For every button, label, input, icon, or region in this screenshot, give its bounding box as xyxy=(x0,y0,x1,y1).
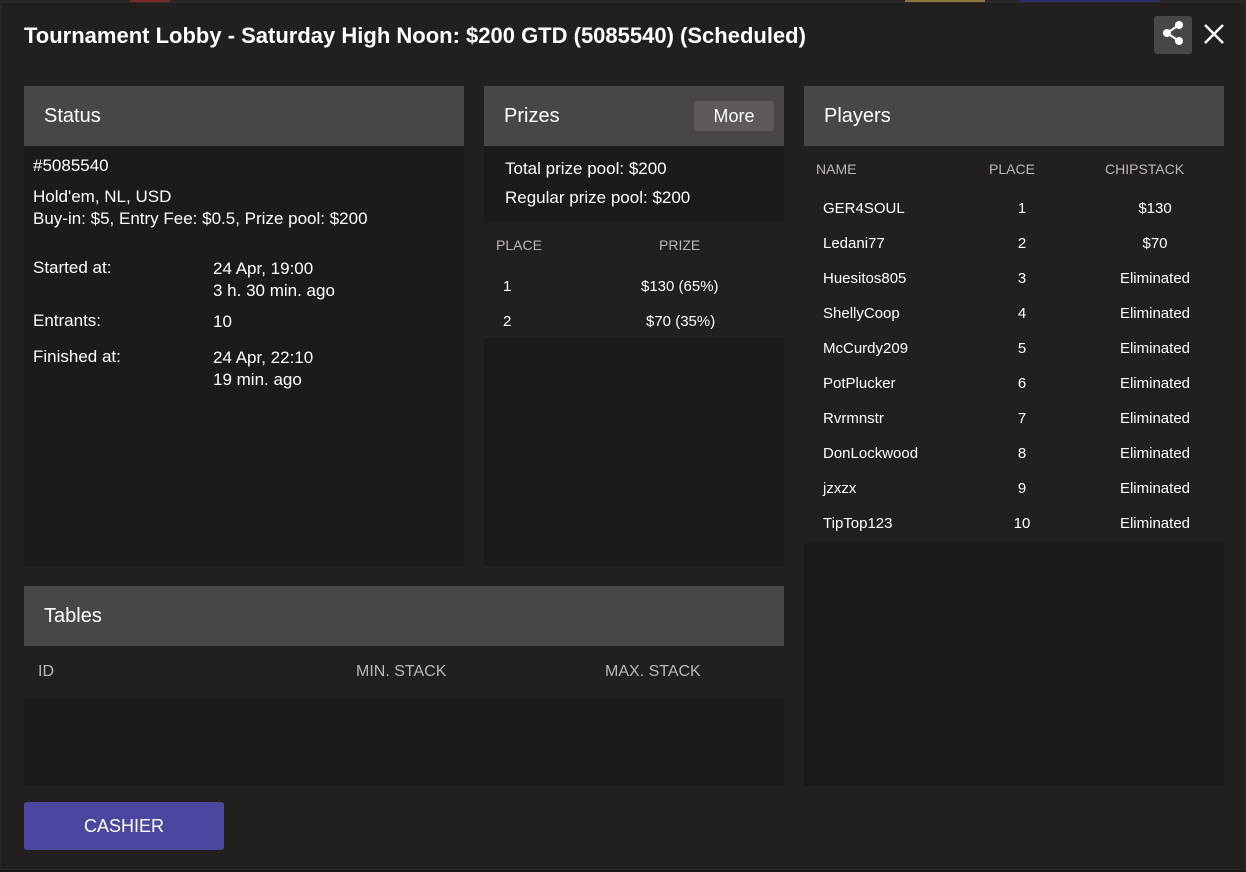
tables-header-row: ID MIN. STACK MAX. STACK xyxy=(24,646,784,697)
prize-row-place: 2 xyxy=(503,313,512,330)
entrants-label: Entrants: xyxy=(33,311,102,330)
player-place: 2 xyxy=(1017,235,1027,252)
player-row[interactable]: GER4SOUL 1 $130 xyxy=(804,200,1224,224)
player-chipstack: Eliminated xyxy=(1119,340,1191,357)
players-col-chipstack: CHIPSTACK xyxy=(1105,161,1185,177)
player-place: 9 xyxy=(1017,480,1027,497)
player-chipstack: Eliminated xyxy=(1119,480,1191,497)
tables-panel: Tables ID MIN. STACK MAX. STACK xyxy=(24,586,784,786)
tables-heading: Tables xyxy=(24,586,784,646)
players-col-name: NAME xyxy=(816,161,857,177)
regular-prize-pool: Regular prize pool: $200 xyxy=(505,188,690,208)
player-place: 1 xyxy=(1017,200,1027,217)
player-name: Ledani77 xyxy=(823,235,885,252)
player-chipstack: Eliminated xyxy=(1119,410,1191,427)
tournament-id: #5085540 xyxy=(33,156,109,175)
status-heading: Status xyxy=(24,86,464,146)
started-time: 24 Apr, 19:00 xyxy=(213,259,314,278)
player-row[interactable]: Huesitos805 3 Eliminated xyxy=(804,270,1224,294)
player-row[interactable]: PotPlucker 6 Eliminated xyxy=(804,375,1224,399)
more-button[interactable]: More xyxy=(694,101,774,131)
tables-col-max-stack: MAX. STACK xyxy=(605,663,701,680)
prize-col-place: PLACE xyxy=(496,237,542,253)
started-ago: 3 h. 30 min. ago xyxy=(213,281,335,300)
player-name: TipTop123 xyxy=(823,515,893,532)
prizes-panel: Prizes More Total prize pool: $200 Regul… xyxy=(484,86,784,566)
player-name: Rvrmnstr xyxy=(823,410,884,427)
tournament-lobby-dialog: Tournament Lobby - Saturday High Noon: $… xyxy=(0,2,1246,870)
player-row[interactable]: jzxzx 9 Eliminated xyxy=(804,480,1224,504)
prize-table: PLACE PRIZE 1 $130 (65%) 2 $70 (35%) xyxy=(484,223,784,338)
entrants-value: 10 xyxy=(213,312,232,331)
regular-prize-label: Regular prize pool: xyxy=(505,188,648,207)
status-panel: Status #5085540 Hold'em, NL, USD Buy-in:… xyxy=(24,86,464,566)
players-col-place: PLACE xyxy=(989,161,1035,177)
players-table: NAME PLACE CHIPSTACK GER4SOUL 1 $130 Ledani… xyxy=(804,146,1224,543)
players-panel: Players NAME PLACE CHIPSTACK GER4SOUL 1 $1… xyxy=(804,86,1224,786)
cashier-button[interactable]: CASHIER xyxy=(24,802,224,850)
player-place: 6 xyxy=(1017,375,1027,392)
share-icon xyxy=(1160,20,1186,51)
close-icon xyxy=(1203,23,1225,50)
prizes-heading: Prizes xyxy=(504,104,560,127)
finished-value: 24 Apr, 22:10 19 min. ago xyxy=(213,347,313,391)
player-row[interactable]: Rvrmnstr 7 Eliminated xyxy=(804,410,1224,434)
regular-prize-value: $200 xyxy=(652,188,691,207)
started-value: 24 Apr, 19:00 3 h. 30 min. ago xyxy=(213,258,335,302)
player-place: 5 xyxy=(1017,340,1027,357)
player-place: 10 xyxy=(1013,515,1031,532)
share-button[interactable] xyxy=(1154,16,1192,54)
total-prize-value: $200 xyxy=(628,159,667,178)
player-row[interactable]: TipTop123 10 Eliminated xyxy=(804,515,1224,539)
prize-col-prize: PRIZE xyxy=(659,237,701,253)
prize-pool-summary: Total prize pool: $200 Regular prize poo… xyxy=(484,146,784,223)
player-chipstack: $130 xyxy=(1138,200,1172,217)
finished-ago: 19 min. ago xyxy=(213,370,302,389)
close-button[interactable] xyxy=(1201,21,1227,51)
tables-col-min-stack: MIN. STACK xyxy=(356,663,447,680)
player-chipstack: Eliminated xyxy=(1119,375,1191,392)
player-row[interactable]: DonLockwood 8 Eliminated xyxy=(804,445,1224,469)
player-name: PotPlucker xyxy=(823,375,896,392)
player-place: 7 xyxy=(1017,410,1027,427)
player-name: DonLockwood xyxy=(823,445,919,462)
game-type: Hold'em, NL, USD xyxy=(33,187,172,206)
player-chipstack: Eliminated xyxy=(1119,305,1191,322)
player-row[interactable]: Ledani77 2 $70 xyxy=(804,235,1224,259)
buyin-info: Buy-in: $5, Entry Fee: $0.5, Prize pool:… xyxy=(33,209,368,228)
finished-time: 24 Apr, 22:10 xyxy=(213,348,314,367)
players-heading: Players xyxy=(804,86,1224,146)
prize-row-amount: $130 (65%) xyxy=(641,278,719,295)
tables-col-id: ID xyxy=(38,663,54,680)
finished-label: Finished at: xyxy=(33,347,121,366)
player-place: 8 xyxy=(1017,445,1027,462)
player-name: ShellyCoop xyxy=(823,305,900,322)
player-chipstack: Eliminated xyxy=(1119,270,1191,287)
started-label: Started at: xyxy=(33,258,112,277)
total-prize-label: Total prize pool: xyxy=(505,159,625,178)
player-name: McCurdy209 xyxy=(823,340,909,357)
dialog-title: Tournament Lobby - Saturday High Noon: $… xyxy=(24,23,806,48)
player-place: 3 xyxy=(1017,270,1027,287)
player-chipstack: Eliminated xyxy=(1119,515,1191,532)
prizes-header: Prizes More xyxy=(484,86,784,146)
player-chipstack: $70 xyxy=(1142,235,1168,252)
player-place: 4 xyxy=(1017,305,1027,322)
player-name: Huesitos805 xyxy=(823,270,907,287)
player-name: GER4SOUL xyxy=(823,200,905,217)
prize-row-place: 1 xyxy=(503,278,512,295)
player-chipstack: Eliminated xyxy=(1119,445,1191,462)
player-row[interactable]: McCurdy209 5 Eliminated xyxy=(804,340,1224,364)
player-row[interactable]: ShellyCoop 4 Eliminated xyxy=(804,305,1224,329)
player-name: jzxzx xyxy=(823,480,857,497)
total-prize-pool: Total prize pool: $200 xyxy=(505,159,667,179)
prize-row-amount: $70 (35%) xyxy=(646,313,716,330)
